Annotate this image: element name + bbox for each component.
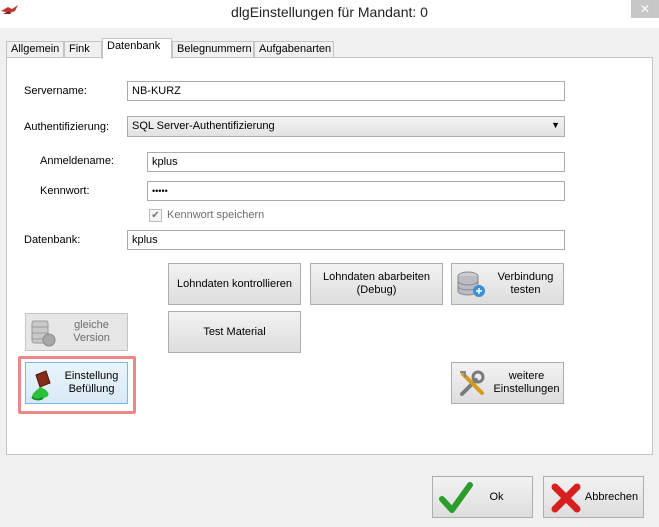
tab-fink[interactable]: Fink [64,41,102,58]
cancel-label: Abbrechen [584,490,639,503]
verbindung-testen-label: Verbindung testen [497,271,554,296]
save-password-label: Kennwort speichern [167,209,265,221]
ok-label: Ok [489,490,504,503]
tab-allgemein[interactable]: Allgemein [6,41,64,58]
tools-icon [457,369,487,403]
authentication-label: Authentifizierung: [24,121,109,133]
lohndaten-abarbeiten-label: Lohndaten abarbeiten (Debug) [322,271,431,296]
close-window-button[interactable]: ✕ [631,0,659,18]
test-material-label: Test Material [203,325,266,338]
password-label: Kennwort: [40,185,90,197]
tab-belegnummern[interactable]: Belegnummern [172,41,254,58]
authentication-select-value: SQL Server-Authentifizierung [132,120,275,132]
gleiche-version-button[interactable]: gleiche Version [25,313,128,351]
tab-aufgabenarten[interactable]: Aufgabenarten [254,41,334,58]
database-copy-icon [30,318,56,352]
highlight-frame [18,356,136,414]
tab-datenbank[interactable]: Datenbank [102,38,172,59]
ok-button[interactable]: Ok [432,476,533,518]
database-connection-icon [456,269,486,303]
gleiche-version-label: gleiche Version [73,319,110,344]
database-label: Datenbank: [24,234,81,246]
lohndaten-kontrollieren-button[interactable]: Lohndaten kontrollieren [168,263,301,305]
title-bar: dlgEinstellungen für Mandant: 0 ✕ [0,0,659,28]
servername-input[interactable]: NB-KURZ [127,81,565,101]
verbindung-testen-button[interactable]: Verbindung testen [451,263,564,305]
weitere-einstellungen-button[interactable]: weitere Einstellungen [451,362,564,404]
lohndaten-abarbeiten-button[interactable]: Lohndaten abarbeiten (Debug) [310,263,443,305]
lohndaten-kontrollieren-label: Lohndaten kontrollieren [177,277,292,290]
weitere-einstellungen-label: weitere Einstellungen [493,370,560,395]
login-name-input[interactable]: kplus [147,152,565,172]
cross-icon [550,482,582,518]
authentication-select[interactable]: SQL Server-Authentifizierung ▼ [127,116,565,137]
cancel-button[interactable]: Abbrechen [543,476,644,518]
database-input[interactable]: kplus [127,230,565,250]
servername-label: Servername: [24,85,87,97]
window-title: dlgEinstellungen für Mandant: 0 [231,4,428,20]
save-password-checkbox[interactable]: ✔ [149,209,162,222]
chevron-down-icon: ▼ [551,120,560,130]
check-icon [439,481,473,519]
password-input[interactable]: ••••• [147,181,565,201]
login-name-label: Anmeldename: [40,155,114,167]
test-material-button[interactable]: Test Material [168,311,301,353]
